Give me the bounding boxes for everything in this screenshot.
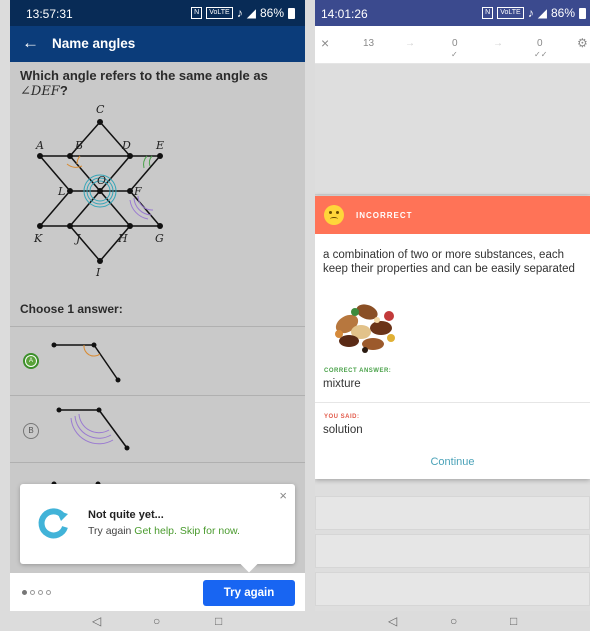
you-said-label: YOU SAID: — [324, 414, 360, 420]
label-g: G — [155, 232, 164, 245]
arrow-icon: → — [493, 38, 503, 49]
label-k: K — [33, 232, 43, 245]
arrow-icon: → — [405, 38, 415, 49]
battery-icon — [579, 7, 586, 19]
app-bar: ← Name angles — [10, 26, 305, 62]
back-arrow-icon[interactable]: ← — [22, 33, 39, 53]
star-figure: C A B D E L O F K J H G I — [33, 103, 164, 278]
label-j: J — [74, 232, 81, 245]
volte-icon: VoLTE — [206, 7, 233, 19]
correct-answer: mixture — [323, 378, 361, 390]
label-f: F — [133, 185, 142, 198]
incorrect-header: INCORRECT — [315, 196, 590, 234]
close-icon[interactable]: × — [321, 35, 329, 51]
right-screen: 14:01:26 N VoLTE ♪ ◢ 86% × 13 → 0 ✓ → 0 … — [315, 0, 590, 631]
radio-b[interactable]: B — [23, 423, 39, 439]
bottom-bar: Try again — [10, 573, 305, 611]
you-said-answer: solution — [323, 424, 363, 436]
toast-heading: Not quite yet... — [88, 509, 164, 521]
remaining-count: 13 — [363, 38, 375, 49]
close-icon[interactable]: × — [279, 488, 287, 503]
label-o: O — [97, 174, 106, 187]
check-icon: ✓ — [451, 50, 458, 59]
answer-option-a[interactable]: A — [10, 327, 305, 395]
divider — [10, 462, 305, 463]
try-again-button[interactable]: Try again — [203, 580, 295, 606]
nav-back-icon[interactable]: ◁ — [388, 614, 397, 628]
label-h: H — [117, 232, 128, 245]
label-e: E — [155, 139, 164, 152]
status-bar: 13:57:31 N VoLTE ♪ ◢ 86% — [10, 0, 305, 26]
correct-answer-label: CORRECT ANSWER: — [324, 368, 392, 374]
label-b: B — [74, 139, 83, 152]
mute-icon: ♪ — [527, 6, 534, 20]
nav-back-icon[interactable]: ◁ — [92, 614, 101, 628]
progress-dot — [30, 590, 35, 595]
battery-level: 86% — [259, 6, 284, 20]
toast-body: Try again Get help. Skip for now. — [88, 525, 240, 537]
volte-icon: VoLTE — [497, 7, 524, 19]
sad-face-icon — [324, 205, 344, 225]
ghost-option — [315, 572, 590, 606]
settings-icon[interactable]: ⚙ — [577, 36, 588, 50]
toast-body-prefix: Try again — [88, 525, 135, 537]
skip-link[interactable]: Skip for now. — [180, 525, 240, 537]
nav-recent-icon[interactable]: □ — [510, 614, 517, 628]
answer-option-b[interactable]: B — [10, 396, 305, 462]
study-top-bar: × 13 → 0 ✓ → 0 ✓✓ ⚙ — [315, 26, 590, 64]
exercise-content: Which angle refers to the same angle as … — [10, 62, 305, 611]
learned-count: 0 — [452, 38, 458, 49]
battery-icon — [288, 7, 295, 19]
choose-label: Choose 1 answer: — [20, 302, 123, 316]
signal-icon: ◢ — [537, 6, 547, 20]
ghost-option — [315, 496, 590, 530]
ghost-option — [315, 534, 590, 568]
question-prefix: Which angle refers to the same angle as — [20, 68, 268, 83]
nfc-icon: N — [482, 7, 494, 19]
retry-icon — [38, 508, 68, 539]
page-title: Name angles — [52, 36, 136, 51]
progress-dot — [38, 590, 43, 595]
status-time: 14:01:26 — [321, 7, 368, 21]
divider — [315, 402, 590, 403]
nav-home-icon[interactable]: ○ — [153, 614, 160, 628]
label-d: D — [121, 139, 131, 152]
radio-a[interactable]: A — [23, 353, 39, 369]
nav-bar: ◁ ○ □ — [10, 611, 305, 631]
mute-icon: ♪ — [236, 6, 243, 20]
progress-dot — [46, 590, 51, 595]
label-l: L — [57, 185, 65, 198]
status-time: 13:57:31 — [26, 7, 73, 21]
progress-dots — [22, 590, 51, 595]
question-suffix: ? — [59, 83, 68, 98]
trail-mix-image — [335, 304, 395, 353]
option-b-angle — [56, 407, 130, 451]
signal-icon: ◢ — [246, 6, 256, 20]
option-a-angle — [51, 342, 121, 383]
nav-bar: ◁ ○ □ — [315, 611, 590, 631]
nfc-icon: N — [191, 7, 203, 19]
left-screen: 13:57:31 N VoLTE ♪ ◢ 86% ← Name angles W… — [10, 0, 305, 631]
status-bar: 14:01:26 N VoLTE ♪ ◢ 86% — [315, 0, 590, 26]
label-c: C — [96, 103, 105, 116]
nav-home-icon[interactable]: ○ — [450, 614, 457, 628]
feedback-card: INCORRECT a combination of two or more s… — [315, 196, 590, 479]
battery-level: 86% — [550, 6, 575, 20]
continue-button[interactable]: Continue — [315, 456, 590, 468]
question-text: Which angle refers to the same angle as … — [20, 68, 300, 99]
definition-text: a combination of two or more substances,… — [323, 249, 575, 275]
mastered-count: 0 — [537, 38, 543, 49]
incorrect-label: INCORRECT — [356, 211, 413, 220]
nav-recent-icon[interactable]: □ — [215, 614, 222, 628]
label-i: I — [95, 266, 101, 278]
double-check-icon: ✓✓ — [534, 50, 548, 59]
feedback-toast: × Not quite yet... Try again Get help. S… — [20, 484, 295, 564]
question-math: ∠DEF — [20, 84, 60, 99]
radio-a-letter: A — [26, 356, 36, 366]
progress-dot — [22, 590, 27, 595]
get-help-link[interactable]: Get help. — [134, 525, 177, 537]
label-a: A — [35, 139, 44, 152]
